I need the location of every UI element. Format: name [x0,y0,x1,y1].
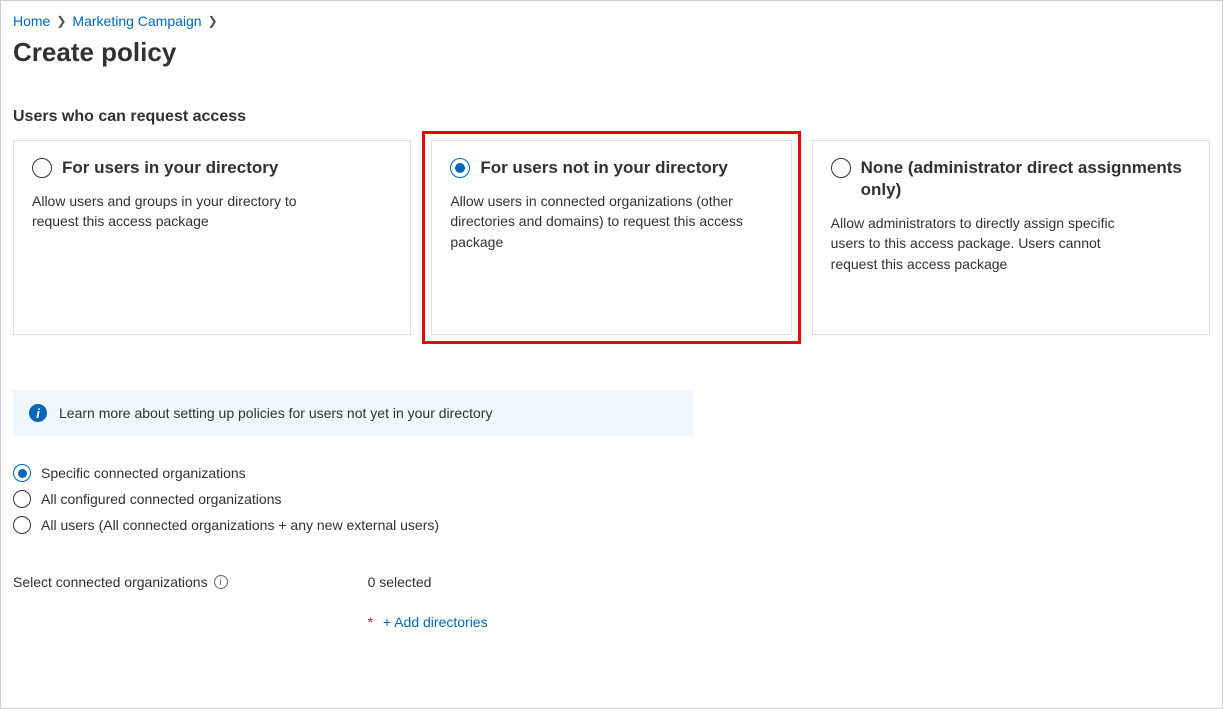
info-banner[interactable]: i Learn more about setting up policies f… [13,390,693,436]
radio-icon [13,464,31,482]
info-banner-text: Learn more about setting up policies for… [59,405,492,421]
requestor-cards: For users in your directory Allow users … [13,140,1210,335]
radio-icon [831,158,851,178]
card-title: For users in your directory [62,157,278,179]
radio-label: All users (All connected organizations +… [41,517,439,533]
card-title: None (administrator direct assignments o… [861,157,1191,201]
highlighted-card-wrap: For users not in your directory Allow us… [422,131,800,344]
radio-label: Specific connected organizations [41,465,246,481]
radio-icon [13,516,31,534]
select-connected-orgs-label: Select connected organizations i [13,574,228,590]
radio-all-configured-orgs[interactable]: All configured connected organizations [13,490,1210,508]
card-users-not-in-directory[interactable]: For users not in your directory Allow us… [431,140,791,335]
scope-radio-group: Specific connected organizations All con… [13,464,1210,534]
chevron-right-icon: ❯ [56,14,66,28]
radio-all-users[interactable]: All users (All connected organizations +… [13,516,1210,534]
breadcrumb-item-campaign[interactable]: Marketing Campaign [72,13,201,29]
radio-icon [450,158,470,178]
card-desc: Allow administrators to directly assign … [831,213,1151,274]
radio-label: All configured connected organizations [41,491,282,507]
chevron-right-icon: ❯ [208,14,218,28]
selected-count: 0 selected [368,574,488,590]
card-users-in-directory[interactable]: For users in your directory Allow users … [13,140,411,335]
info-icon: i [29,404,47,422]
radio-icon [32,158,52,178]
breadcrumb: Home ❯ Marketing Campaign ❯ [13,9,1210,31]
radio-icon [13,490,31,508]
section-heading-users: Users who can request access [13,108,1210,126]
card-title: For users not in your directory [480,157,728,179]
card-none-admin[interactable]: None (administrator direct assignments o… [812,140,1210,335]
card-desc: Allow users and groups in your directory… [32,191,332,232]
card-desc: Allow users in connected organizations (… [450,191,750,252]
page-title: Create policy [13,37,1210,68]
add-directories-link[interactable]: * + Add directories [368,614,488,630]
info-icon[interactable]: i [214,575,228,589]
breadcrumb-item-home[interactable]: Home [13,13,50,29]
required-indicator-icon: * [368,614,373,630]
radio-specific-connected-orgs[interactable]: Specific connected organizations [13,464,1210,482]
